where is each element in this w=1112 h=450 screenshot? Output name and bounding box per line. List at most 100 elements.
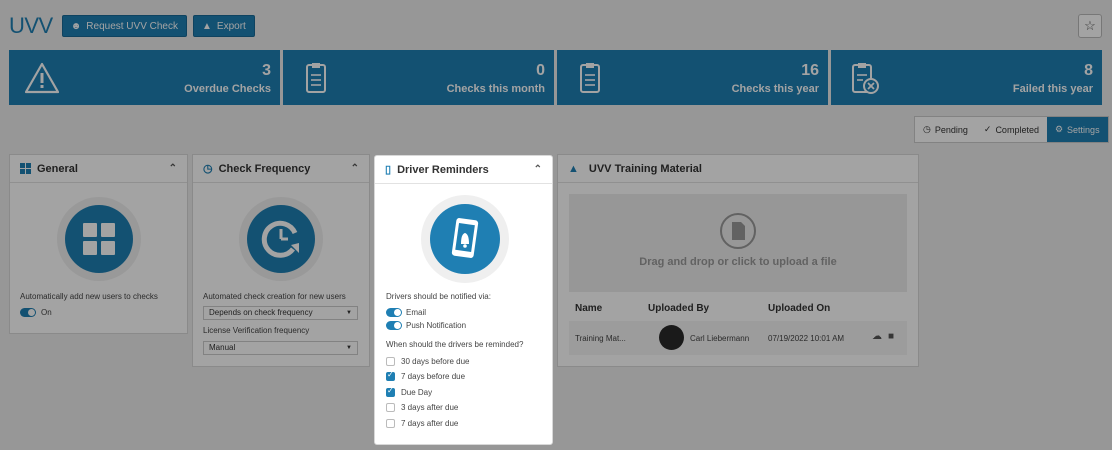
export-label: Export	[216, 20, 246, 32]
phone-bell-icon: ▯	[385, 164, 392, 176]
uploader-name: Carl Liebermann	[690, 334, 750, 343]
tab-pending[interactable]: ◷ Pending	[915, 117, 976, 142]
caret-down-icon: ▼	[346, 310, 352, 316]
auto-add-toggle[interactable]	[20, 308, 36, 317]
auto-creation-label: Automated check creation for new users	[203, 292, 346, 301]
grid-icon	[83, 223, 115, 255]
frequency-illustration	[239, 197, 323, 281]
phone-bell-icon	[451, 218, 479, 258]
panel-title: UVV Training Material	[588, 162, 702, 175]
caret-down-icon: ▼	[346, 345, 352, 351]
gear-icon: ⚙	[1054, 124, 1064, 134]
clock-icon: ◷	[203, 163, 213, 175]
checkbox-label: Due Day	[401, 388, 433, 397]
chevron-up-icon[interactable]: ⌃	[534, 164, 542, 175]
chevron-up-icon[interactable]: ⌃	[351, 163, 359, 174]
clipboard-icon	[580, 63, 600, 93]
stat-card-overdue[interactable]: 3 Overdue Checks	[9, 50, 280, 105]
stat-label: Checks this year	[731, 83, 819, 95]
panel-title: General	[37, 162, 78, 175]
grid-icon	[20, 163, 31, 174]
page-title: UVV	[9, 13, 53, 38]
tab-label: Settings	[1067, 124, 1100, 135]
general-illustration	[57, 197, 141, 281]
tab-completed[interactable]: ✓ Completed	[976, 117, 1047, 142]
dropzone-text: Drag and drop or click to upload a file	[639, 256, 837, 268]
request-check-button[interactable]: ☻ Request UVV Check	[61, 15, 187, 37]
checkbox-label: 7 days after due	[401, 419, 459, 428]
email-toggle[interactable]	[386, 308, 402, 317]
panel-header: ◷ Check Frequency ⌃	[193, 155, 369, 183]
notify-via-label: Drivers should be notified via:	[386, 292, 491, 301]
tab-settings[interactable]: ⚙ Settings	[1046, 117, 1108, 142]
stat-label: Checks this month	[446, 83, 545, 95]
push-toggle[interactable]	[386, 321, 402, 330]
license-frequency-select[interactable]: Manual ▼	[203, 341, 358, 355]
stat-label: Failed this year	[1012, 83, 1093, 95]
stat-label: Overdue Checks	[184, 83, 271, 95]
panel-title: Check Frequency	[218, 162, 311, 175]
export-button[interactable]: ▲ Export	[193, 15, 255, 37]
file-name: Training Mat...	[575, 334, 626, 343]
stat-card-failed[interactable]: 8 Failed this year	[831, 50, 1102, 105]
email-label: Email	[406, 308, 427, 317]
stat-value: 0	[536, 62, 545, 79]
checkbox-label: 7 days before due	[401, 372, 466, 381]
stat-value: 3	[262, 62, 271, 79]
view-tabs: ◷ Pending ✓ Completed ⚙ Settings	[914, 116, 1109, 143]
toggle-label: On	[41, 308, 52, 317]
auto-creation-select[interactable]: Depends on check frequency ▼	[203, 306, 358, 320]
clipboard-fail-icon	[852, 63, 879, 94]
file-dropzone[interactable]: Drag and drop or click to upload a file	[569, 194, 907, 292]
select-value: Depends on check frequency	[209, 308, 313, 317]
select-value: Manual	[209, 343, 236, 352]
checkbox-label: 3 days after due	[401, 403, 459, 412]
reminder-checkbox-7-before[interactable]	[386, 370, 395, 381]
column-header: Uploaded By	[648, 303, 710, 314]
push-label: Push Notification	[406, 321, 467, 330]
auto-add-label: Automatically add new users to checks	[20, 292, 158, 301]
column-header: Name	[575, 303, 603, 314]
frequency-panel: ◷ Check Frequency ⌃ Automated check crea…	[192, 154, 370, 367]
reminder-checkbox-3-after[interactable]	[386, 403, 395, 412]
license-frequency-label: License Verification frequency	[203, 326, 310, 335]
when-label: When should the drivers be reminded?	[386, 340, 524, 349]
user-icon: ☻	[70, 20, 82, 32]
table-row[interactable]: Training Mat... Carl Liebermann 07/19/20…	[569, 321, 907, 355]
refresh-clock-icon	[261, 220, 299, 258]
panel-header: ▲ UVV Training Material	[558, 155, 918, 183]
stat-value: 16	[801, 62, 819, 79]
reminder-checkbox-30-before[interactable]	[386, 357, 395, 366]
file-icon	[720, 213, 756, 249]
stat-card-year[interactable]: 16 Checks this year	[557, 50, 828, 105]
check-icon: ✓	[983, 124, 992, 134]
top-bar: UVV ☻ Request UVV Check ▲ Export	[9, 13, 261, 39]
tab-label: Completed	[995, 124, 1039, 135]
request-check-label: Request UVV Check	[86, 20, 178, 32]
stat-value: 8	[1084, 62, 1093, 79]
clipboard-icon	[306, 63, 326, 93]
favorite-star-icon[interactable]: ☆	[1078, 14, 1102, 38]
avatar	[659, 325, 684, 350]
trash-icon[interactable]: ■	[888, 331, 894, 342]
tab-label: Pending	[934, 124, 968, 135]
reminder-checkbox-7-after[interactable]	[386, 419, 395, 428]
general-panel: General ⌃ Automatically add new users to…	[9, 154, 188, 334]
reminders-illustration	[421, 195, 509, 283]
clock-icon: ◷	[923, 124, 931, 134]
panel-header: General ⌃	[10, 155, 187, 183]
graduation-cap-icon: ▲	[568, 162, 579, 175]
panel-title: Driver Reminders	[397, 163, 489, 176]
download-icon[interactable]: ☁	[872, 331, 882, 342]
panel-header: ▯ Driver Reminders ⌃	[375, 156, 552, 184]
reminders-panel: ▯ Driver Reminders ⌃ Drivers should be n…	[374, 155, 553, 445]
chevron-up-icon[interactable]: ⌃	[169, 163, 177, 174]
checkbox-label: 30 days before due	[401, 357, 470, 366]
training-panel: ▲ UVV Training Material Drag and drop or…	[557, 154, 919, 367]
warning-icon	[25, 62, 59, 94]
upload-date: 07/19/2022 10:01 AM	[768, 334, 845, 343]
export-icon: ▲	[202, 20, 212, 32]
reminder-checkbox-due-day[interactable]	[386, 386, 395, 397]
stat-card-month[interactable]: 0 Checks this month	[283, 50, 554, 105]
column-header: Uploaded On	[768, 303, 831, 314]
